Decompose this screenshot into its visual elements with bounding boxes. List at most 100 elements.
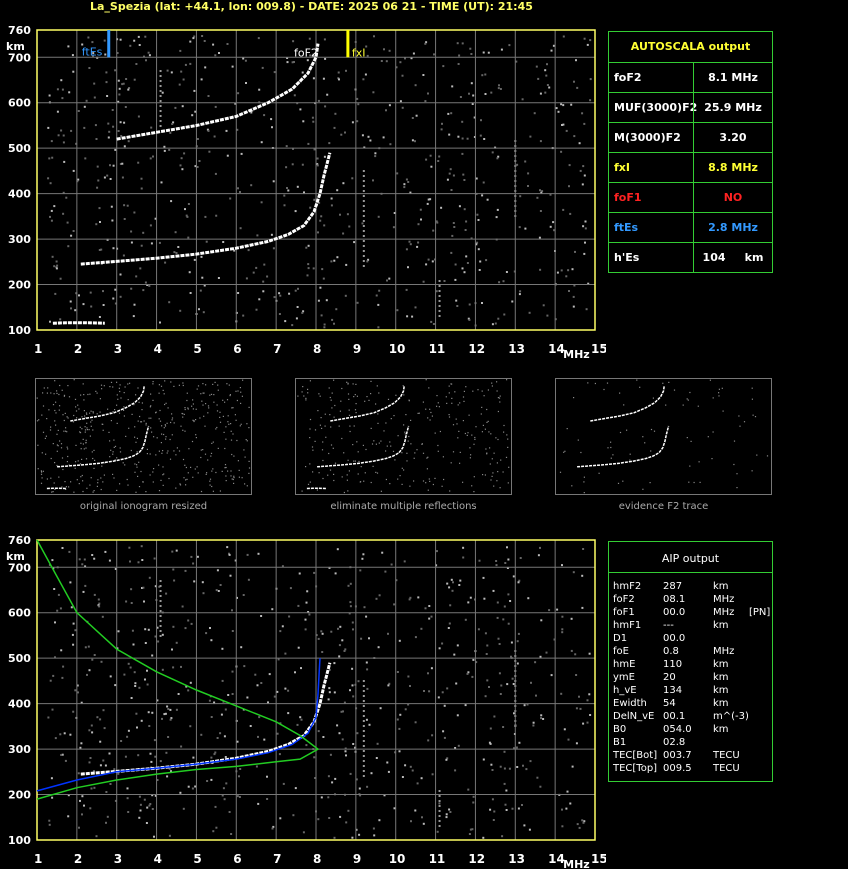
noise-dot <box>309 428 311 430</box>
noise-dot <box>248 467 251 469</box>
noise-dot <box>72 622 75 625</box>
noise-dot <box>414 721 417 724</box>
noise-dot <box>74 309 77 312</box>
noise-dot <box>354 394 356 396</box>
noise-dot <box>222 241 225 243</box>
noise-dot <box>279 630 282 633</box>
noise-dot <box>399 475 401 477</box>
noise-dot <box>84 157 87 160</box>
noise-dot <box>565 807 568 810</box>
noise-dot <box>334 572 337 575</box>
noise-dot <box>361 222 364 225</box>
noise-dot <box>257 37 260 40</box>
noise-dot <box>342 232 345 235</box>
noise-dot <box>385 109 387 112</box>
noise-dot <box>366 785 369 788</box>
noise-dot <box>309 463 311 465</box>
noise-dot <box>413 457 415 459</box>
noise-dot <box>560 150 563 153</box>
noise-dot <box>136 437 138 439</box>
noise-dot <box>161 452 163 454</box>
noise-dot <box>355 403 357 405</box>
x-tick-label: 4 <box>154 852 162 866</box>
noise-dot <box>167 708 170 710</box>
noise-dot <box>228 811 231 813</box>
noise-dot <box>467 601 470 604</box>
noise-dot <box>493 452 495 454</box>
noise-dot <box>80 476 82 478</box>
noise-dot <box>86 413 88 415</box>
noise-dot <box>407 440 409 442</box>
noise-dot <box>83 804 85 807</box>
noise-dot <box>572 305 575 308</box>
x-tick-label: 7 <box>273 852 281 866</box>
noise-dot <box>222 787 225 790</box>
noise-dot <box>582 722 585 725</box>
noise-dot <box>414 140 416 143</box>
noise-dot <box>135 275 138 278</box>
noise-dot <box>144 628 147 631</box>
noise-dot <box>171 417 174 419</box>
noise-dot <box>380 490 382 492</box>
noise-dot <box>91 658 94 661</box>
noise-dot <box>323 155 326 158</box>
noise-dot <box>412 52 415 55</box>
noise-dot <box>204 66 207 69</box>
noise-dot <box>326 93 329 96</box>
noise-dot <box>160 479 162 481</box>
noise-dot <box>51 156 54 159</box>
noise-dot <box>231 478 233 480</box>
noise-dot <box>516 640 519 643</box>
noise-dot <box>49 679 52 682</box>
noise-dot <box>431 734 434 737</box>
noise-dot <box>79 426 81 428</box>
noise-dot <box>99 398 101 400</box>
noise-dot <box>276 732 279 735</box>
noise-dot <box>414 84 417 87</box>
noise-dot <box>636 379 638 381</box>
noise-dot <box>56 110 59 113</box>
noise-dot <box>718 395 720 397</box>
noise-dot <box>69 300 72 303</box>
noise-dot <box>316 489 318 491</box>
noise-dot <box>544 69 547 72</box>
y-tick-label: 760 <box>8 534 31 547</box>
noise-dot <box>450 462 452 464</box>
noise-dot <box>561 124 563 126</box>
noise-dot <box>586 721 589 724</box>
noise-dot <box>467 788 470 791</box>
noise-dot <box>322 441 324 443</box>
noise-dot <box>226 399 229 401</box>
noise-dot <box>134 463 136 465</box>
noise-dot <box>186 215 189 218</box>
noise-dot <box>539 189 541 192</box>
aip-value: 110 <box>663 659 683 670</box>
noise-dot <box>133 303 136 306</box>
noise-dot <box>59 607 62 610</box>
noise-dot <box>377 422 379 424</box>
noise-dot <box>187 407 189 409</box>
noise-dot <box>565 129 568 132</box>
noise-dot <box>65 430 67 432</box>
noise-dot <box>135 63 138 65</box>
noise-dot <box>330 399 332 401</box>
noise-dot <box>208 407 210 409</box>
noise-dot <box>272 180 275 183</box>
noise-dot <box>116 422 118 424</box>
noise-dot <box>187 689 190 692</box>
aip-param: ymE <box>613 672 635 683</box>
noise-dot <box>212 830 215 833</box>
noise-dot <box>210 778 213 781</box>
thumb-trace <box>330 385 405 422</box>
noise-dot <box>352 444 354 446</box>
noise-dot <box>289 587 292 590</box>
noise-dot <box>582 821 585 824</box>
noise-dot <box>205 384 207 386</box>
noise-dot <box>459 579 462 582</box>
noise-dot <box>168 477 170 480</box>
noise-dot <box>331 318 334 321</box>
noise-dot <box>103 474 105 476</box>
noise-dot <box>171 550 174 553</box>
noise-dot <box>291 324 294 327</box>
noise-dot <box>497 637 500 640</box>
